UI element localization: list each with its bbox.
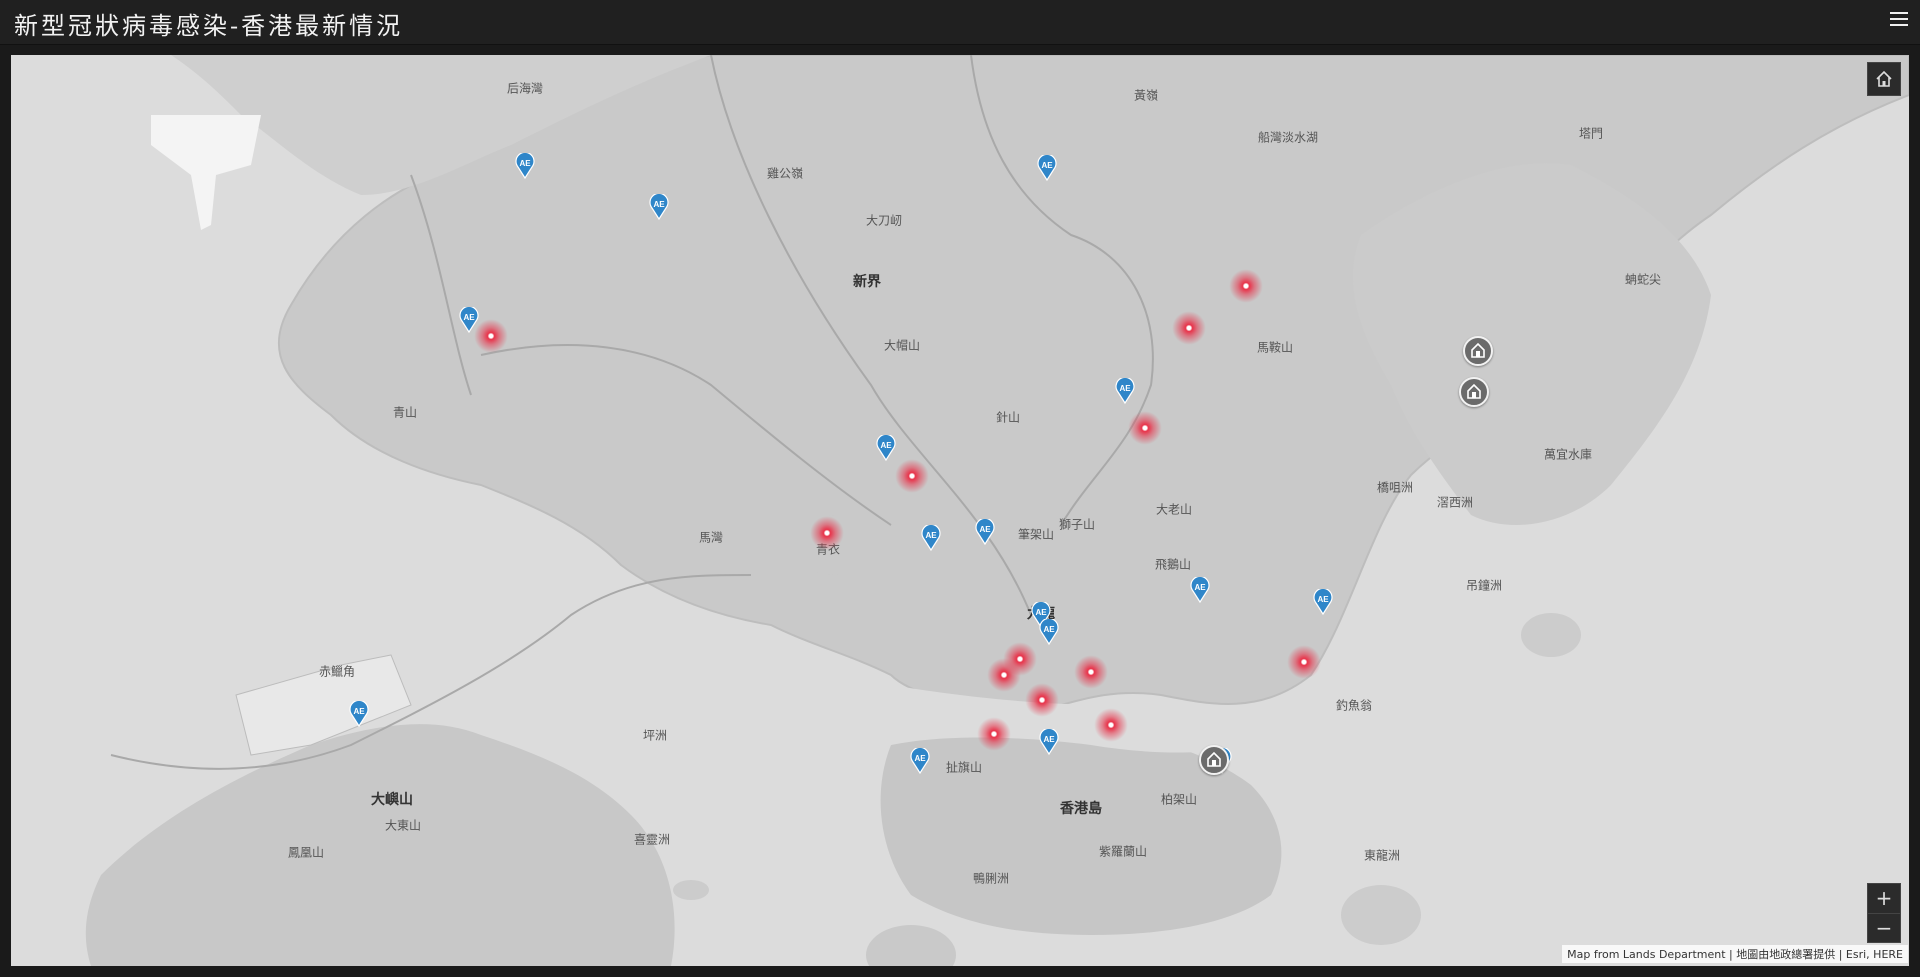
map-basemap	[85, 55, 1909, 966]
page-title: 新型冠狀病毒感染-香港最新情況	[14, 12, 404, 40]
place-label: 馬鞍山	[1256, 340, 1294, 355]
svg-text:AE: AE	[925, 531, 937, 540]
place-label: 萬宜水庫	[1543, 447, 1593, 462]
case-hotspot-marker[interactable]	[1074, 655, 1108, 689]
place-label: 塔門	[1578, 126, 1604, 141]
svg-text:AE: AE	[880, 441, 892, 450]
place-label: 大東山	[384, 818, 422, 833]
place-label: 青山	[392, 405, 418, 420]
case-hotspot-marker[interactable]	[1172, 311, 1206, 345]
case-hotspot-marker[interactable]	[1287, 645, 1321, 679]
place-label: 大刀屻	[865, 213, 903, 228]
case-hotspot-marker[interactable]	[895, 459, 929, 493]
case-hotspot-marker[interactable]	[1094, 708, 1128, 742]
case-hotspot-marker[interactable]	[987, 658, 1021, 692]
ae-hospital-pin-icon[interactable]: AE	[349, 701, 369, 727]
ae-hospital-pin-icon[interactable]: AE	[921, 525, 941, 551]
svg-text:AE: AE	[979, 525, 991, 534]
svg-text:AE: AE	[519, 159, 531, 168]
ae-hospital-pin-icon[interactable]: AE	[910, 748, 930, 774]
svg-text:AE: AE	[1043, 625, 1055, 634]
case-hotspot-marker[interactable]	[977, 717, 1011, 751]
place-label: 鳳凰山	[287, 845, 325, 860]
ae-hospital-pin-icon[interactable]: AE	[1313, 589, 1333, 615]
case-hotspot-marker[interactable]	[1025, 683, 1059, 717]
place-label: 柏架山	[1160, 792, 1198, 807]
place-label: 鴨脷洲	[972, 871, 1010, 886]
svg-text:AE: AE	[914, 754, 926, 763]
ae-hospital-pin-icon[interactable]: AE	[876, 435, 896, 461]
ae-hospital-pin-icon[interactable]: AE	[1039, 619, 1059, 645]
place-label: 大老山	[1155, 502, 1193, 517]
place-label: 滘西洲	[1436, 495, 1474, 510]
place-label: 大嶼山	[371, 792, 413, 808]
quarantine-centre-icon[interactable]	[1199, 745, 1229, 775]
zoom-control: + −	[1867, 883, 1901, 943]
place-label: 扯旗山	[945, 760, 983, 775]
place-label: 釣魚翁	[1335, 698, 1373, 713]
place-label: 黃嶺	[1133, 88, 1159, 103]
place-label: 赤鱲角	[318, 664, 356, 679]
case-hotspot-marker[interactable]	[1229, 269, 1263, 303]
place-label: 紫羅蘭山	[1098, 844, 1148, 859]
zoom-in-button[interactable]: +	[1868, 884, 1900, 913]
ae-hospital-pin-icon[interactable]: AE	[1037, 155, 1057, 181]
place-label: 東龍洲	[1363, 848, 1401, 863]
case-hotspot-marker[interactable]	[810, 516, 844, 550]
svg-text:AE: AE	[353, 707, 365, 716]
home-button[interactable]	[1867, 62, 1901, 96]
map-attribution[interactable]: Map from Lands Department | 地圖由地政總署提供 | …	[1562, 945, 1908, 963]
case-hotspot-marker[interactable]	[1128, 411, 1162, 445]
map-view[interactable]: 后海灣 黃嶺船灣淡水湖 塔門雞公嶺大刀屻新界 蚺蛇尖大帽山 馬鞍山青山 針山萬宜水庫橋咀洲…	[11, 55, 1909, 966]
svg-text:AE: AE	[1035, 608, 1047, 617]
ae-hospital-pin-icon[interactable]: AE	[1115, 378, 1135, 404]
ae-hospital-pin-icon[interactable]: AE	[1039, 729, 1059, 755]
svg-text:AE: AE	[1194, 583, 1206, 592]
place-label: 蚺蛇尖	[1624, 272, 1662, 287]
svg-text:AE: AE	[1119, 384, 1131, 393]
place-label: 坪洲	[642, 728, 668, 743]
place-label: 大帽山	[883, 338, 921, 353]
place-label: 針山	[995, 410, 1021, 425]
place-label: 飛鵝山	[1154, 557, 1192, 572]
place-label: 船灣淡水湖	[1257, 130, 1319, 145]
place-label: 馬灣	[698, 530, 724, 545]
ae-hospital-pin-icon[interactable]: AE	[1190, 577, 1210, 603]
place-label: 獅子山	[1058, 517, 1096, 532]
ae-hospital-pin-icon[interactable]: AE	[515, 153, 535, 179]
place-label: 雞公嶺	[766, 166, 804, 181]
place-label: 吊鐘洲	[1465, 578, 1503, 593]
place-label: 筆架山	[1017, 527, 1055, 542]
svg-text:AE: AE	[463, 313, 475, 322]
svg-text:AE: AE	[1041, 161, 1053, 170]
place-label: 新界	[853, 274, 881, 290]
zoom-out-button[interactable]: −	[1868, 913, 1900, 943]
svg-text:AE: AE	[1317, 595, 1329, 604]
place-label: 橋咀洲	[1376, 480, 1414, 495]
ae-hospital-pin-icon[interactable]: AE	[975, 519, 995, 545]
place-label: 香港島	[1060, 801, 1102, 817]
quarantine-centre-icon[interactable]	[1459, 377, 1489, 407]
place-label: 喜靈洲	[633, 832, 671, 847]
case-hotspot-marker[interactable]	[474, 319, 508, 353]
ae-hospital-pin-icon[interactable]: AE	[649, 194, 669, 220]
place-label: 后海灣	[506, 81, 544, 96]
hamburger-menu-icon[interactable]	[1890, 12, 1908, 28]
svg-text:AE: AE	[1043, 735, 1055, 744]
svg-text:AE: AE	[653, 200, 665, 209]
quarantine-centre-icon[interactable]	[1463, 336, 1493, 366]
app-header: 新型冠狀病毒感染-香港最新情況	[0, 0, 1920, 45]
home-icon	[1876, 70, 1892, 87]
